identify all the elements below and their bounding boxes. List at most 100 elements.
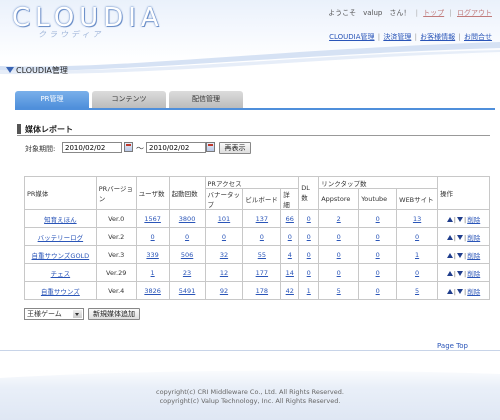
launches-link[interactable]: 23 [183, 269, 191, 277]
tab-contents[interactable]: コンテンツ [92, 91, 166, 108]
launches-cell: 506 [168, 245, 206, 264]
page-top-link[interactable]: Page Top [437, 342, 468, 350]
table-row: チェス Ver.29 1 23 12 177 14 0 0 0 0 | |削除 [24, 263, 490, 282]
date-to-input[interactable] [146, 142, 206, 153]
launches-link[interactable]: 3800 [179, 215, 196, 223]
dl-link[interactable]: 0 [307, 269, 311, 277]
table-row: 自重サウンズGOLD Ver.3 339 506 32 55 4 0 0 0 1 | |削除 [24, 245, 490, 264]
redisplay-button[interactable]: 再表示 [219, 142, 251, 154]
chevron-down-icon[interactable] [73, 310, 82, 318]
move-down-icon[interactable] [457, 235, 463, 240]
detail-link[interactable]: 4 [288, 251, 292, 259]
billboard-cell: 55 [242, 245, 282, 264]
banner-cell: 101 [204, 209, 244, 228]
delete-link[interactable]: 削除 [467, 288, 480, 296]
separator: | [464, 251, 467, 260]
delete-link[interactable]: 削除 [467, 234, 480, 242]
delete-link[interactable]: 削除 [467, 270, 480, 278]
web-link[interactable]: 0 [415, 233, 419, 241]
delete-link[interactable]: 削除 [467, 216, 480, 224]
media-name-link[interactable]: バッテリーログ [38, 234, 84, 242]
media-name-link[interactable]: チェス [51, 270, 71, 278]
media-name-link[interactable]: 自重サウンズ [41, 288, 80, 296]
calendar-icon[interactable] [206, 142, 215, 152]
dl-link[interactable]: 0 [307, 215, 311, 223]
web-link[interactable]: 13 [413, 215, 421, 223]
billboard-link[interactable]: 178 [256, 287, 268, 295]
move-down-icon[interactable] [457, 271, 463, 276]
users-link[interactable]: 339 [146, 251, 158, 259]
detail-link[interactable]: 0 [288, 233, 292, 241]
dl-link[interactable]: 1 [307, 287, 311, 295]
youtube-link[interactable]: 0 [376, 251, 380, 259]
separator: | [464, 233, 467, 242]
delete-link[interactable]: 削除 [467, 252, 480, 260]
youtube-link[interactable]: 0 [376, 215, 380, 223]
banner-link[interactable]: 101 [218, 215, 230, 223]
users-link[interactable]: 1 [151, 269, 155, 277]
youtube-cell: 0 [358, 227, 398, 246]
launches-link[interactable]: 0 [185, 233, 189, 241]
appstore-link[interactable]: 2 [337, 215, 341, 223]
media-name-link[interactable]: 知育えほん [44, 216, 77, 224]
triangle-down-icon [6, 67, 14, 73]
appstore-link[interactable]: 0 [337, 251, 341, 259]
billboard-link[interactable]: 137 [256, 215, 268, 223]
web-link[interactable]: 0 [415, 269, 419, 277]
banner-link[interactable]: 92 [220, 287, 228, 295]
move-down-icon[interactable] [457, 217, 463, 222]
users-link[interactable]: 3826 [144, 287, 161, 295]
nav-contact[interactable]: お問合せ [464, 33, 492, 41]
move-down-icon[interactable] [457, 253, 463, 258]
launches-link[interactable]: 506 [181, 251, 193, 259]
detail-cell: 0 [280, 227, 300, 246]
dl-link[interactable]: 0 [307, 233, 311, 241]
detail-link[interactable]: 66 [286, 215, 294, 223]
nav-customer-info[interactable]: お客様情報 [420, 33, 455, 41]
billboard-link[interactable]: 0 [260, 233, 264, 241]
detail-link[interactable]: 42 [286, 287, 294, 295]
move-up-icon[interactable] [446, 253, 453, 258]
banner-link[interactable]: 12 [220, 269, 228, 277]
banner-link[interactable]: 32 [220, 251, 228, 259]
appstore-cell: 0 [318, 245, 360, 264]
add-media-button[interactable]: 新規媒体追加 [88, 308, 140, 320]
header-pr-access: PRアクセス [204, 176, 300, 189]
nav-cloudia-admin[interactable]: CLOUDIA管理 [329, 33, 374, 41]
move-up-icon[interactable] [446, 217, 453, 222]
calendar-icon[interactable] [124, 142, 133, 152]
appstore-link[interactable]: 0 [337, 233, 341, 241]
nav-payment-admin[interactable]: 決済管理 [383, 33, 411, 41]
appstore-link[interactable]: 0 [337, 269, 341, 277]
ops-cell: | |削除 [437, 245, 490, 264]
logout-link[interactable]: ログアウト [457, 9, 492, 17]
youtube-link[interactable]: 0 [376, 233, 380, 241]
tab-pr-admin[interactable]: PR管理 [15, 91, 89, 108]
top-link[interactable]: トップ [423, 9, 444, 17]
move-up-icon[interactable] [446, 271, 453, 276]
move-down-icon[interactable] [457, 289, 463, 294]
web-link[interactable]: 5 [415, 287, 419, 295]
tab-delivery-admin[interactable]: 配信管理 [169, 91, 243, 108]
move-up-icon[interactable] [446, 235, 453, 240]
youtube-cell: 0 [358, 209, 398, 228]
appstore-link[interactable]: 5 [337, 287, 341, 295]
users-link[interactable]: 1567 [144, 215, 161, 223]
youtube-link[interactable]: 0 [376, 287, 380, 295]
users-link[interactable]: 0 [151, 233, 155, 241]
genre-select[interactable]: 王様ゲーム [24, 308, 84, 320]
date-from-input[interactable] [62, 142, 122, 153]
users-cell: 3826 [135, 281, 170, 300]
youtube-link[interactable]: 0 [376, 269, 380, 277]
media-name-link[interactable]: 自重サウンズGOLD [32, 252, 90, 260]
billboard-link[interactable]: 55 [258, 251, 266, 259]
header-dl: DL数 [298, 176, 320, 210]
banner-link[interactable]: 0 [222, 233, 226, 241]
copyright-line-1: copyright(c) CRI Middleware Co., Ltd. Al… [156, 388, 344, 396]
web-link[interactable]: 1 [415, 251, 419, 259]
billboard-link[interactable]: 177 [256, 269, 268, 277]
detail-link[interactable]: 14 [286, 269, 294, 277]
launches-link[interactable]: 5491 [179, 287, 196, 295]
dl-link[interactable]: 0 [307, 251, 311, 259]
move-up-icon[interactable] [446, 289, 453, 294]
